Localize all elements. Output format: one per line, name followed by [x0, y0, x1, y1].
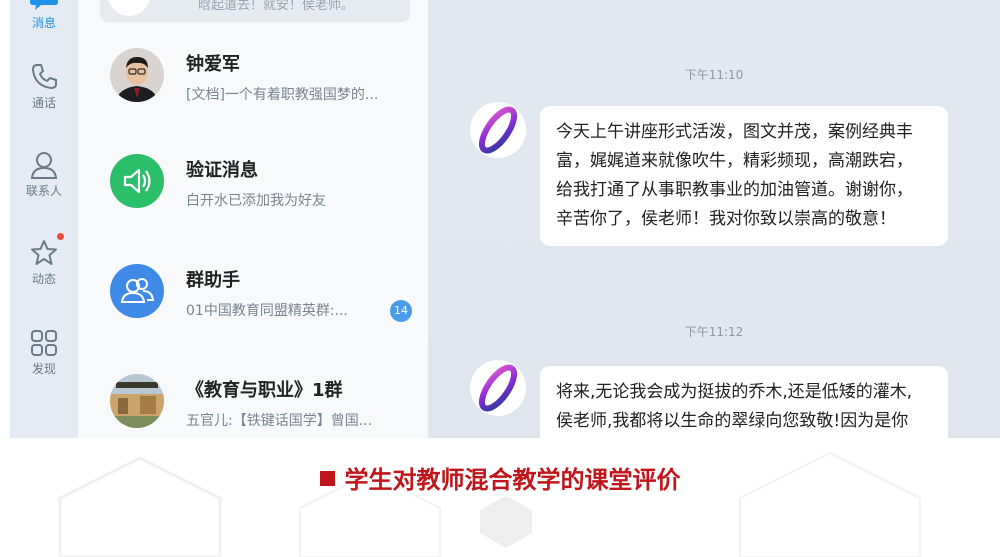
- nav-label: 联系人: [25, 184, 62, 198]
- nav-label: 通话: [31, 96, 56, 110]
- caption-text: 学生对教师混合教学的课堂评价: [344, 465, 681, 494]
- unread-badge: 14: [390, 300, 412, 322]
- chat-panel: 下午11:10 今天上午讲座形式活泼，图文并茂，案例经典丰 富，娓娓道来就像吹牛…: [428, 0, 1000, 438]
- person-photo-icon: [110, 48, 164, 102]
- figure-caption: 学生对教师混合教学的课堂评价: [0, 460, 1000, 495]
- speaker-icon: [123, 168, 151, 194]
- sender-avatar[interactable]: [470, 360, 526, 416]
- message-line: 给我打通了从事职教事业的加油管道。谢谢你，: [556, 180, 913, 200]
- avatar: [110, 154, 164, 208]
- nav-item-discover[interactable]: 发现: [10, 328, 78, 377]
- phone-icon: [31, 64, 57, 90]
- message-timestamp: 下午11:12: [684, 325, 744, 339]
- ring-logo-icon: [478, 364, 518, 412]
- message-line: 今天上午讲座形式活泼，图文并茂，案例经典丰: [556, 122, 913, 142]
- message-line: 富，娓娓道来就像吹牛，精彩频现，高潮跌宕，: [556, 151, 913, 171]
- nav-item-moments[interactable]: 动态: [10, 238, 78, 287]
- contacts-icon: [30, 152, 58, 179]
- group-icon: [120, 278, 155, 303]
- bullet-square-icon: [319, 471, 335, 486]
- conversation-preview: 白开水已添加我为好友: [186, 193, 326, 209]
- conversation-name: 验证消息: [186, 160, 258, 181]
- message-timestamp: 下午11:10: [684, 68, 744, 82]
- nav-item-calls[interactable]: 通话: [10, 62, 78, 111]
- nav-item-contacts[interactable]: 联系人: [10, 150, 78, 199]
- nav-item-messages[interactable]: 消息: [10, 0, 78, 31]
- message-icon: [30, 0, 58, 10]
- sender-avatar[interactable]: [470, 102, 526, 158]
- avatar: [110, 374, 164, 428]
- message-bubble: 今天上午讲座形式活泼，图文并茂，案例经典丰 富，娓娓道来就像吹牛，精彩频现，高潮…: [540, 106, 948, 246]
- nav-label: 消息: [31, 16, 56, 30]
- message-line: 辛苦你了，侯老师！我对你致以崇高的敬意！: [556, 209, 896, 229]
- conversation-preview: 01中国教育同盟精英群:...: [186, 303, 348, 319]
- ring-logo-icon: [478, 106, 518, 154]
- conversation-preview: 五官儿:【铁键话国学】曾国...: [186, 413, 373, 429]
- conversation-list: 晗起道去！就安！侯老师。 钟爱军 [文档]一个有着职教强国梦的... 验证消息 …: [78, 0, 429, 438]
- star-icon: [31, 240, 57, 265]
- nav-rail: 消息 通话 联系人 动态 发现: [10, 0, 78, 438]
- message-line: 侯老师,我都将以生命的翠绿向您致敬!因为是你: [556, 411, 909, 431]
- conversation-name: 《教育与职业》1群: [186, 380, 343, 401]
- chat-app-screenshot: 消息 通话 联系人 动态 发现 晗起道去！就安！侯老师。 钟爱军 [文档]一个有…: [10, 0, 1000, 438]
- nav-label: 发现: [31, 362, 56, 376]
- conversation-preview: 晗起道去！就安！侯老师。: [198, 0, 355, 13]
- message-line: 将来,无论我会成为挺拔的乔木,还是低矮的灌木,: [556, 382, 913, 402]
- conversation-item[interactable]: 验证消息 白开水已添加我为好友: [100, 146, 420, 232]
- avatar: [108, 0, 150, 16]
- avatar: [110, 48, 164, 102]
- avatar: [110, 264, 164, 318]
- conversation-item[interactable]: 钟爱军 [文档]一个有着职教强国梦的...: [100, 40, 420, 126]
- message-bubble: 将来,无论我会成为挺拔的乔木,还是低矮的灌木, 侯老师,我都将以生命的翠绿向您致…: [540, 366, 948, 438]
- conversation-item[interactable]: 《教育与职业》1群 五官儿:【铁键话国学】曾国...: [100, 366, 420, 438]
- group-photo-icon: [110, 374, 164, 428]
- notification-dot: [57, 233, 64, 240]
- conversation-name: 钟爱军: [186, 54, 240, 75]
- hexagon-background: [58, 451, 921, 557]
- nav-label: 动态: [31, 272, 56, 286]
- grid-icon: [31, 330, 57, 356]
- conversation-item-partial[interactable]: 晗起道去！就安！侯老师。: [100, 0, 410, 22]
- conversation-name: 群助手: [186, 270, 240, 291]
- conversation-preview: [文档]一个有着职教强国梦的...: [186, 87, 379, 103]
- conversation-item[interactable]: 群助手 01中国教育同盟精英群:... 14: [100, 256, 420, 342]
